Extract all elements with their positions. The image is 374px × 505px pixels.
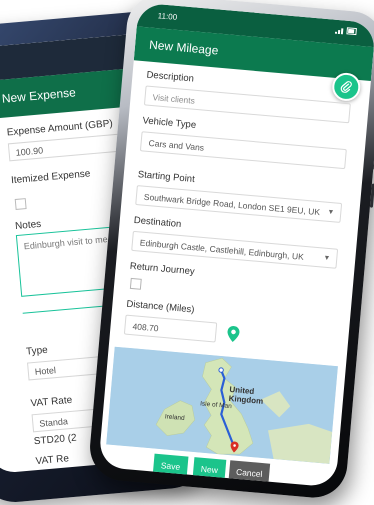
distance-label: Distance (Miles) (126, 298, 195, 316)
starting-point-value: Southwark Bridge Road, London SE1 9EU, U… (143, 191, 321, 218)
return-journey-checkbox[interactable] (129, 277, 142, 290)
itemized-expense-checkbox[interactable] (14, 198, 27, 210)
destination-label: Destination (133, 214, 182, 231)
front-phone-frame: 11:00 New Mileage Description Visit clie… (87, 0, 374, 501)
itemized-expense-label: Itemized Expense (10, 168, 91, 187)
vehicle-type-select[interactable]: Cars and Vans (139, 131, 347, 170)
save-button[interactable]: Save (152, 453, 189, 479)
signal-battery-icons (334, 20, 358, 46)
description-label: Description (146, 69, 195, 85)
vat-reclaim-label: VAT Re (35, 453, 70, 468)
return-journey-label: Return Journey (129, 260, 196, 278)
new-button[interactable]: New (192, 457, 227, 482)
vehicle-type-label: Vehicle Type (142, 115, 197, 131)
route-map[interactable]: United Kingdom Ireland Isle of Man (106, 346, 338, 464)
vat-rate-label: VAT Rate (30, 394, 73, 410)
status-time: 11:00 (157, 11, 178, 22)
map-pin-icon[interactable] (227, 326, 240, 343)
mileage-screen: 11:00 New Mileage Description Visit clie… (98, 2, 374, 488)
paperclip-icon (340, 81, 352, 93)
notes-label: Notes (14, 218, 42, 233)
destination-value: Edinburgh Castle, Castlehill, Edinburgh,… (139, 237, 305, 262)
starting-point-label: Starting Point (137, 169, 196, 186)
cancel-button[interactable]: Cancel (228, 460, 271, 486)
vat-code-value: STD20 (2 (33, 432, 78, 448)
dropdown-caret-icon: ▼ (327, 208, 335, 217)
power-button (369, 183, 374, 208)
type-label: Type (25, 344, 49, 358)
dropdown-caret-icon: ▼ (323, 254, 331, 263)
signal-icon (334, 27, 357, 36)
distance-input[interactable]: 408.70 (123, 314, 218, 343)
map-label-uk: United Kingdom (228, 384, 264, 406)
